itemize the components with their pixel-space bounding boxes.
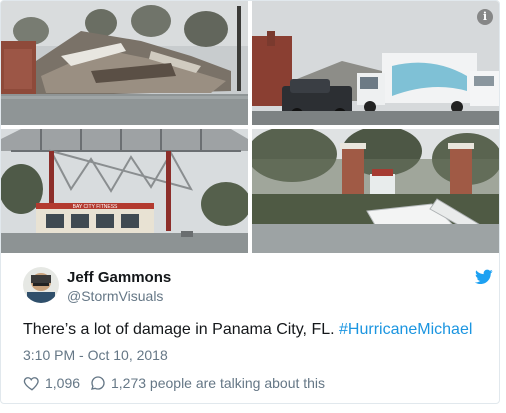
like-button[interactable]: 1,096 [23, 373, 80, 393]
reply-text: 1,273 people are talking about this [111, 375, 326, 391]
reply-button[interactable]: 1,273 people are talking about this [89, 373, 325, 393]
tweet-timestamp[interactable]: 3:10 PM - Oct 10, 2018 [23, 347, 168, 363]
tweet-card[interactable]: i BAY CITY FITNESS Jeff Gammons @StormVi… [0, 0, 500, 404]
info-icon[interactable]: i [477, 9, 493, 25]
photo-destroyed-building[interactable] [1, 1, 248, 125]
author-name[interactable]: Jeff Gammons [67, 269, 171, 286]
photo-crashed-truck[interactable]: i [252, 1, 499, 125]
damaged-gate-image [252, 129, 499, 253]
twitter-bird-icon[interactable] [475, 269, 493, 285]
collapsed-gas-station-image: BAY CITY FITNESS [1, 129, 248, 253]
photo-damaged-gate[interactable] [252, 129, 499, 253]
tweet-body: There’s a lot of damage in Panama City, … [23, 321, 335, 338]
author-handle[interactable]: @StormVisuals [67, 288, 163, 304]
tweet-author: Jeff Gammons @StormVisuals [23, 267, 493, 307]
avatar[interactable] [23, 267, 59, 303]
hashtag-link[interactable]: #HurricaneMichael [339, 321, 472, 338]
gas-station-sign: BAY CITY FITNESS [73, 204, 118, 210]
media-grid: i BAY CITY FITNESS [1, 1, 499, 253]
photo-collapsed-gas-station[interactable]: BAY CITY FITNESS [1, 129, 248, 253]
avatar-image [23, 267, 59, 303]
like-count: 1,096 [45, 375, 81, 391]
tweet-text: There’s a lot of damage in Panama City, … [23, 321, 472, 339]
crashed-truck-image [252, 1, 499, 125]
heart-icon [23, 377, 39, 391]
speech-bubble-icon [90, 376, 105, 390]
destroyed-building-image [1, 1, 248, 125]
